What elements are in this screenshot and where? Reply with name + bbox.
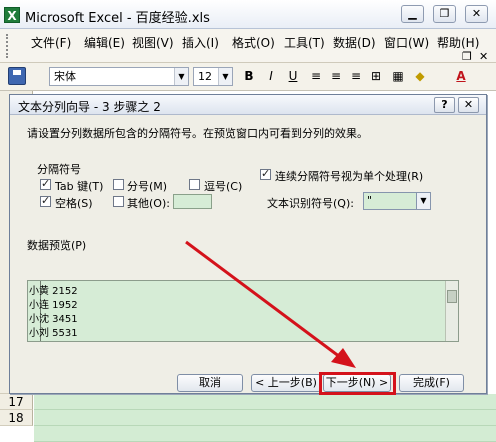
delimiters-group-label: 分隔符号 [37,163,81,176]
consecutive-label: 连续分隔符号视为单个处理(R) [275,170,424,183]
qualifier-label: 文本识别符号(Q): [267,197,354,210]
space-checkbox[interactable] [40,194,51,207]
merge-cells-icon[interactable]: ⊞ [366,67,386,86]
menu-insert[interactable]: 插入(I) [179,32,222,53]
other-label: 其他(O): [127,197,170,210]
formatting-toolbar: 宋体 ▼ 12 ▼ B I U ≡ ≡ ≡ ⊞ ▦ ◆ A [0,63,496,91]
scrollbar-thumb[interactable] [447,290,457,303]
sheet-row[interactable] [34,410,496,426]
next-button-highlight [319,372,396,395]
consecutive-checkbox[interactable] [260,167,271,180]
back-button[interactable]: < 上一步(B) [251,374,321,392]
doc-restore-button[interactable]: ❐ [462,50,472,63]
minimize-button[interactable]: ▁ [401,5,424,23]
help-button[interactable]: ? [434,97,455,113]
preview-row: 小黄 2152 [29,286,78,297]
menu-grip[interactable] [6,34,10,58]
app-title: Microsoft Excel - 百度经验.xls [25,11,210,26]
tab-label: Tab 键(T) [55,180,104,193]
dialog-title: 文本分列向导 - 3 步骤之 2 [18,100,161,114]
menu-help[interactable]: 帮助(H) [434,32,482,53]
chevron-down-icon[interactable]: ▼ [174,68,188,85]
other-delimiter-input[interactable] [173,194,212,209]
chevron-down-icon[interactable]: ▼ [416,193,430,209]
menu-data[interactable]: 数据(D) [330,32,379,53]
restore-button[interactable]: ❐ [433,5,456,23]
qualifier-select[interactable]: " ▼ [363,192,431,210]
data-preview-box[interactable]: 小黄 2152 小连 1952 小沈 3451 小刘 5531 [27,280,459,342]
semicolon-checkbox[interactable] [113,179,124,190]
row-header[interactable]: 17 [0,394,33,410]
qualifier-value: " [367,194,373,207]
font-size-select[interactable]: 12 ▼ [193,67,233,86]
font-name-value: 宋体 [54,70,76,83]
semicolon-label: 分号(M) [127,180,168,193]
menu-file[interactable]: 文件(F) [28,32,74,53]
menu-view[interactable]: 视图(V) [129,32,177,53]
bold-button[interactable]: B [239,67,259,86]
cancel-button[interactable]: 取消 [177,374,243,392]
dialog-close-button[interactable]: ✕ [458,97,479,113]
sheet-row[interactable] [34,394,496,410]
app-title-bar: X Microsoft Excel - 百度经验.xls ▁ ❐ ✕ [0,0,496,29]
save-icon[interactable] [8,67,26,85]
preview-row: 小沈 3451 [29,314,78,325]
align-left-icon[interactable]: ≡ [306,67,326,86]
close-app-button[interactable]: ✕ [465,5,488,23]
finish-button[interactable]: 完成(F) [399,374,464,392]
tab-checkbox[interactable] [40,177,51,190]
italic-button[interactable]: I [261,67,281,86]
font-name-select[interactable]: 宋体 ▼ [49,67,189,86]
menu-tools[interactable]: 工具(T) [281,32,328,53]
row-header[interactable]: 18 [0,410,33,426]
menu-edit[interactable]: 编辑(E) [81,32,128,53]
align-right-icon[interactable]: ≡ [346,67,366,86]
dialog-title-bar[interactable]: 文本分列向导 - 3 步骤之 2 ? ✕ [10,95,486,115]
sheet-row[interactable] [34,426,496,442]
menu-window[interactable]: 窗口(W) [381,32,432,53]
borders-icon[interactable]: ▦ [388,67,408,86]
font-size-value: 12 [198,70,212,83]
text-to-columns-dialog: 文本分列向导 - 3 步骤之 2 ? ✕ 请设置分列数据所包含的分隔符号。在预览… [9,94,487,394]
other-checkbox[interactable] [113,196,124,207]
preview-scrollbar[interactable] [445,281,458,341]
chevron-down-icon[interactable]: ▼ [218,68,232,85]
excel-app-icon: X [4,7,20,23]
align-center-icon[interactable]: ≡ [326,67,346,86]
preview-label: 数据预览(P) [27,239,87,252]
comma-label: 逗号(C) [204,180,243,193]
menu-bar: 文件(F) 编辑(E) 视图(V) 插入(I) 格式(O) 工具(T) 数据(D… [0,29,496,63]
space-label: 空格(S) [55,197,93,210]
instruction-text: 请设置分列数据所包含的分隔符号。在预览窗口内可看到分列的效果。 [27,127,368,140]
doc-close-button[interactable]: ✕ [479,50,488,63]
underline-button[interactable]: U [283,67,303,86]
preview-row: 小刘 5531 [29,328,78,339]
menu-format[interactable]: 格式(O) [229,32,278,53]
font-color-button[interactable]: A [451,67,471,86]
fill-color-icon[interactable]: ◆ [410,67,430,86]
preview-row: 小连 1952 [29,300,78,311]
comma-checkbox[interactable] [189,179,200,190]
